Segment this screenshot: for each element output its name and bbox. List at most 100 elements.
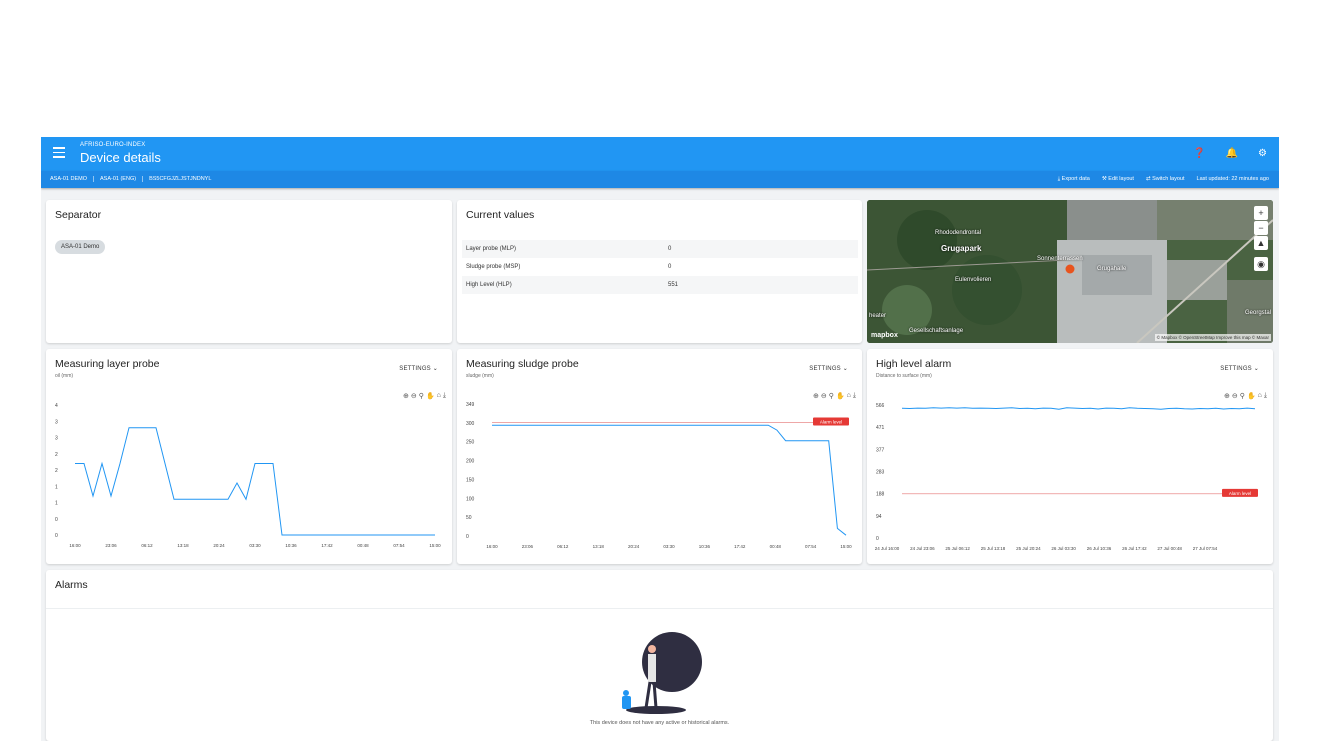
map-label: Eulenvolieren [955,277,992,283]
y-tick-label: 4 [55,403,58,409]
y-tick-label: 566 [876,403,885,409]
x-tick-label: 23:06 [105,543,117,548]
zoom-out-button[interactable]: − [1254,221,1268,235]
alarm-level-label: Alarm level [1229,491,1251,496]
x-tick-label: 15:00 [429,543,441,548]
value-row-label: Sludge probe (MSP) [466,264,521,270]
y-tick-label: 349 [466,402,475,408]
y-tick-label: 50 [466,515,472,521]
current-values-title: Current values [466,209,535,221]
map-label: Georgstal [1245,310,1272,316]
x-tick-label: 15:00 [840,544,852,549]
page-title: Device details [80,150,161,165]
mapbox-logo: mapbox [871,332,898,339]
x-tick-label: 20:24 [213,543,225,548]
y-tick-label: 283 [876,470,885,476]
x-tick-label: 25 Jul 13:18 [981,546,1006,551]
x-tick-label: 16:00 [69,543,81,548]
breadcrumb-item-device[interactable]: BS5CFGJZLJSTJNDNYL [149,176,217,182]
current-values-card: Current values Layer probe (MLP) 0 Sludg… [457,200,862,343]
x-tick-label: 13:18 [593,544,605,549]
empty-alarms-illustration [622,632,702,714]
separator-title: Separator [55,209,102,221]
help-icon[interactable]: ❓ [1193,148,1205,159]
last-updated: Last updated: 22 minutes ago [1196,176,1269,182]
user-settings-icon[interactable]: ⚙ [1258,148,1267,159]
map-attribution[interactable]: © Mapbox © OpenStreetMap Improve this ma… [1154,334,1271,341]
x-tick-label: 06:12 [141,543,153,548]
y-tick-label: 377 [876,447,885,453]
y-tick-label: 2 [55,452,58,458]
value-row-label: Layer probe (MLP) [466,246,517,252]
top-bar: AFRISO-EURO-INDEX Device details ❓ 🔔 ⚙ [41,137,1279,171]
compass-icon[interactable]: ▲ [1254,236,1268,250]
x-tick-label: 07:54 [393,543,405,548]
map-label: Sonnenterrassen [1037,256,1083,262]
x-tick-label: 27 Jul 00:48 [1157,546,1182,551]
y-tick-label: 0 [876,536,879,542]
export-data-label: Export data [1061,176,1090,182]
device-chip[interactable]: ASA-01 Demo [55,240,106,254]
x-tick-label: 16:00 [486,544,498,549]
satellite-map[interactable]: Rhododendrontal Grugapark Eulenvolieren … [867,200,1273,343]
high-level-alarm-chart: 566 471 377 283 188 94 0 24 Jul 16:00 24 Jul 23:… [875,403,1258,551]
y-tick-label: 0 [466,534,469,540]
device-location-marker[interactable] [1065,264,1075,274]
group-name: AFRISO-EURO-INDEX [80,142,146,148]
alarms-title: Alarms [55,579,88,591]
y-tick-label: 0 [55,517,58,523]
value-row-value: 0 [668,246,672,252]
y-tick-label: 3 [55,436,58,442]
sludge-probe-chart-card: Measuring sludge probe sludge (mm) SETTI… [457,349,862,564]
series-line [75,427,435,536]
map-label: Gesellschaftsanlage [909,328,964,334]
y-tick-label: 1 [55,484,58,490]
breadcrumb: ASA-01 DEMO ASA-01 (ENG) BS5CFGJZLJSTJND… [50,176,223,182]
breadcrumb-item-group[interactable]: ASA-01 DEMO [50,176,94,182]
bell-icon[interactable]: 🔔 [1226,148,1238,159]
value-row-value: 0 [668,264,672,270]
x-tick-label: 17:42 [321,543,333,548]
app-root: AFRISO-EURO-INDEX Device details ❓ 🔔 ⚙ A… [41,137,1279,741]
alarms-card: Alarms This device does not have any act… [46,570,1273,741]
map-label: heater [869,313,887,319]
menu-icon[interactable] [53,147,65,159]
empty-alarms-message: This device does not have any active or … [589,720,730,726]
divider [46,608,1273,609]
switch-layout-label: Switch layout [1152,176,1185,182]
edit-layout-button[interactable]: ⚒ Edit layout [1102,176,1134,183]
x-tick-label: 26 Jul 10:36 [1087,546,1112,551]
value-row: Layer probe (MLP) 0 [462,240,858,258]
y-tick-label: 3 [55,419,58,425]
x-tick-label: 07:54 [805,544,817,549]
x-tick-label: 20:24 [628,544,640,549]
series-line [492,424,847,536]
x-tick-label: 06:12 [557,544,569,549]
x-tick-label: 25 Jul 06:12 [945,546,970,551]
map-imagery [867,200,1273,343]
breadcrumb-item-subgroup[interactable]: ASA-01 (ENG) [100,176,144,182]
x-tick-label: 13:18 [177,543,189,548]
switch-layout-button[interactable]: ⇄ Switch layout [1146,176,1185,183]
x-tick-label: 23:06 [522,544,534,549]
layers-icon[interactable]: ◉ [1254,257,1268,271]
zoom-in-button[interactable]: + [1254,206,1268,220]
y-tick-label: 150 [466,477,475,483]
layer-probe-chart: 4 3 3 2 2 1 1 0 0 16:00 23:06 06:12 13:18 20:24 03:30 1… [55,403,441,548]
x-tick-label: 26 Jul 03:30 [1051,546,1076,551]
value-row-value: 551 [668,282,679,288]
x-tick-label: 27 Jul 07:54 [1193,546,1218,551]
x-tick-label: 24 Jul 16:00 [875,546,900,551]
map-label: Rhododendrontal [935,230,982,236]
x-tick-label: 10:36 [699,544,711,549]
edit-layout-label: Edit layout [1108,176,1134,182]
x-tick-label: 17:42 [734,544,746,549]
export-data-button[interactable]: ⤓ Export data [1058,176,1090,183]
y-tick-label: 471 [876,425,885,431]
value-row: Sludge probe (MSP) 0 [462,258,858,276]
y-tick-label: 100 [466,496,475,502]
value-row: High Level (HLP) 551 [462,276,858,294]
alarm-level-label: Alarm level [820,420,842,425]
map-label: Grugapark [941,244,982,253]
x-tick-label: 26 Jul 17:42 [1122,546,1147,551]
